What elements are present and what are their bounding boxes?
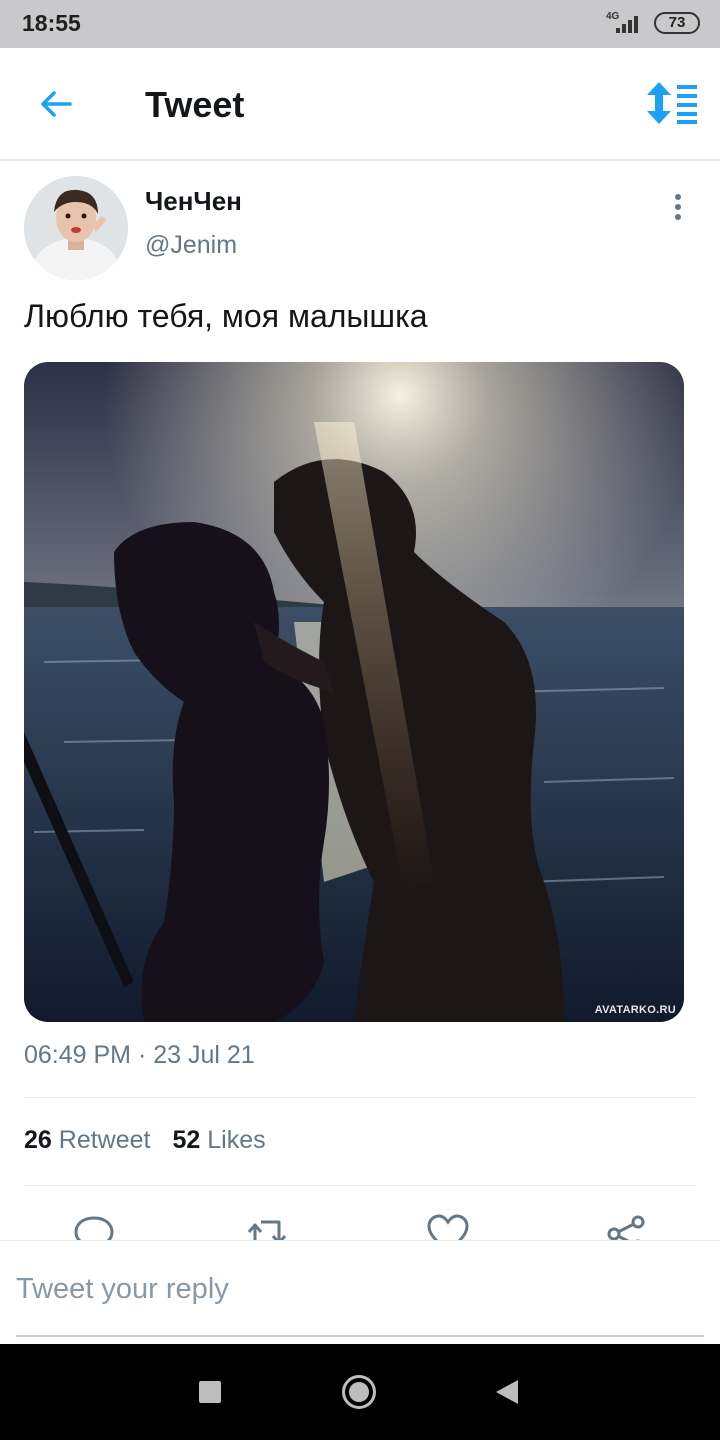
page-title: Tweet xyxy=(145,84,245,125)
like-icon[interactable] xyxy=(426,1214,470,1242)
share-icon[interactable] xyxy=(604,1214,648,1242)
status-time: 18:55 xyxy=(22,10,81,36)
avatar[interactable] xyxy=(24,176,128,280)
home-icon[interactable] xyxy=(341,1374,377,1410)
back-arrow-icon[interactable] xyxy=(36,84,76,124)
tweet-text: Люблю тебя, моя малышка xyxy=(24,298,428,334)
sort-toggle-icon[interactable] xyxy=(645,82,699,124)
retweet-count: 26 xyxy=(24,1126,52,1154)
app-header: Tweet xyxy=(0,48,720,161)
like-label: Likes xyxy=(207,1126,266,1154)
signal-icon xyxy=(616,16,638,33)
status-bar: 18:55 4G 73 xyxy=(0,0,720,48)
like-count: 52 xyxy=(172,1126,201,1154)
retweet-stat[interactable]: 26 Retweet xyxy=(24,1126,150,1154)
engagement-stats: 26 Retweet 52 Likes xyxy=(24,1126,266,1155)
recents-icon[interactable] xyxy=(198,1380,222,1404)
like-stat[interactable]: 52 Likes xyxy=(172,1126,265,1154)
divider xyxy=(24,1097,696,1098)
author-name[interactable]: ЧенЧен xyxy=(145,186,242,217)
action-bar xyxy=(0,1210,720,1242)
retweet-icon[interactable] xyxy=(247,1214,291,1242)
battery-level: 73 xyxy=(668,14,686,31)
system-nav-bar xyxy=(0,1344,720,1440)
reply-composer xyxy=(0,1240,720,1344)
reply-input[interactable] xyxy=(16,1267,706,1311)
photo-watermark: AVATARKO.RU xyxy=(594,1004,676,1016)
divider xyxy=(24,1185,696,1186)
author-handle: @Jenim xyxy=(145,231,238,259)
back-nav-icon[interactable] xyxy=(494,1378,520,1406)
reply-underline xyxy=(16,1335,704,1337)
tweet-timestamp: 06:49 PM · 23 Jul 21 xyxy=(24,1041,255,1069)
tweet-photo[interactable]: AVATARKO.RU xyxy=(24,362,684,1022)
reply-icon[interactable] xyxy=(72,1214,116,1242)
battery-indicator: 73 xyxy=(654,12,700,34)
retweet-label: Retweet xyxy=(58,1126,151,1154)
more-options-icon[interactable] xyxy=(664,194,692,226)
